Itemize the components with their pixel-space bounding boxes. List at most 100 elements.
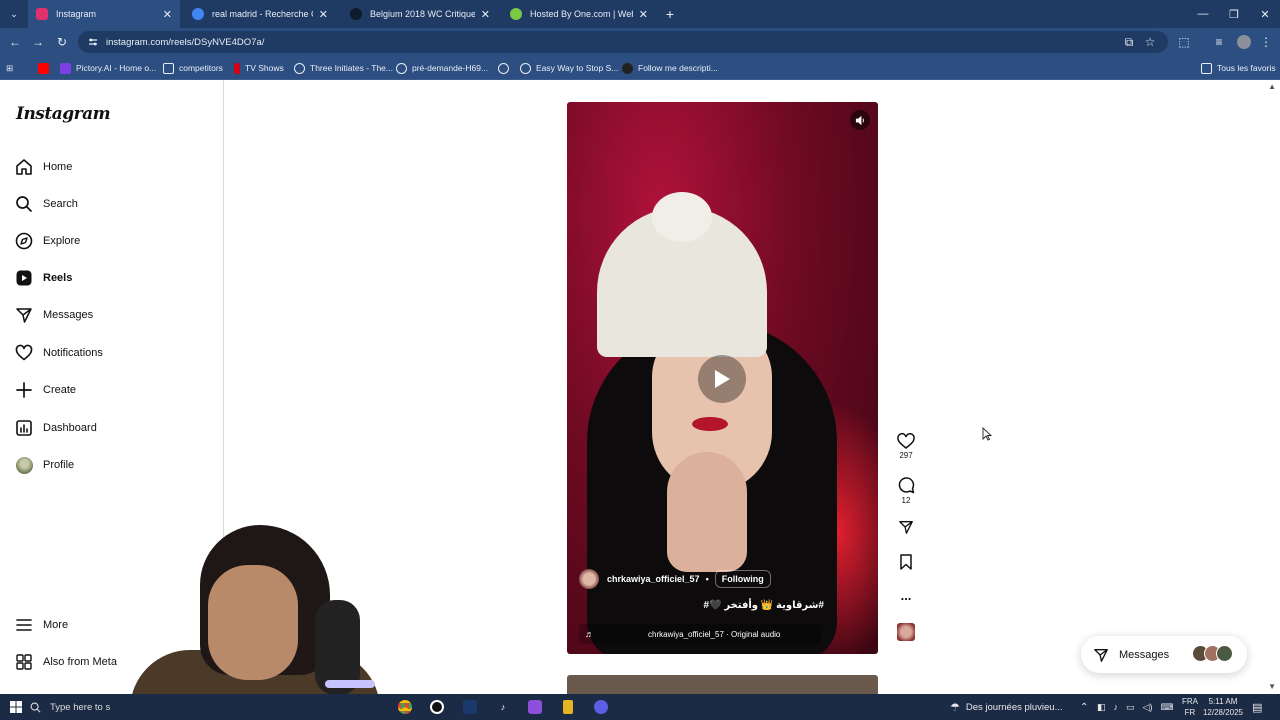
instagram-logo[interactable]: Instagram [16, 104, 111, 124]
share-button[interactable] [893, 519, 919, 535]
app-tray-icon[interactable]: ◧ [1097, 702, 1106, 713]
language-indicator[interactable]: FRA FR [1182, 694, 1198, 720]
reel-caption[interactable]: #شرقاوية 👑 وأفتخر 🖤# [704, 600, 824, 611]
keyboard-icon[interactable]: ⌨ [1160, 702, 1173, 713]
reel-audio[interactable]: ♬ chrkawiya_officiel_57 · Original audio [579, 624, 821, 644]
tab-instagram[interactable]: Instagram ✕ [28, 0, 180, 28]
tab-search-icon[interactable]: ⌄ [4, 4, 24, 24]
forward-icon[interactable]: → [29, 33, 47, 51]
microphone-icon[interactable]: ♪ [1114, 702, 1119, 712]
site-icon [622, 62, 633, 74]
bookmark-pictory[interactable]: Pictory.AI - Home o... [60, 60, 156, 76]
bookmark-follow-me[interactable]: Follow me descripti... [622, 60, 718, 76]
close-icon[interactable]: ✕ [319, 8, 328, 21]
tab-search-menu-icon[interactable]: ≡ [1210, 33, 1228, 51]
chevron-up-icon[interactable]: ⌃ [1080, 694, 1088, 720]
app-icon[interactable] [461, 697, 479, 717]
bookmark-competitors[interactable]: competitors [163, 60, 223, 76]
weather-widget[interactable]: ☂ Des journées pluvieu... [950, 694, 1063, 720]
app-icon[interactable] [559, 697, 577, 717]
nav-reels[interactable]: Reels [14, 263, 214, 293]
bookmark-youtube[interactable] [38, 60, 54, 76]
bookmark-label: Three Initiates - The... [310, 63, 393, 73]
next-reel-preview[interactable] [567, 675, 878, 695]
bookmark-tv-shows[interactable]: TV Shows [234, 60, 284, 76]
search-icon [30, 702, 41, 712]
author-avatar[interactable] [579, 569, 599, 589]
bookmark-pre-demande[interactable]: pré-demande-H69... [396, 60, 488, 76]
onecom-favicon-icon [510, 8, 522, 20]
nav-messages[interactable]: Messages [14, 300, 214, 330]
bookmark-label: competitors [179, 63, 223, 73]
globe-icon [396, 62, 407, 74]
tab-belgium[interactable]: Belgium 2018 WC Critique ✕ [342, 0, 498, 28]
scroll-up-arrow[interactable]: ▲ [1268, 82, 1276, 91]
globe-icon [294, 62, 305, 74]
clock-date: 12/28/2025 [1202, 708, 1244, 717]
comment-icon [898, 477, 915, 494]
window-close-icon[interactable]: ✕ [1250, 0, 1280, 28]
author-username[interactable]: chrkawiya_officiel_57 [607, 574, 700, 584]
chrome-icon[interactable] [396, 697, 414, 717]
minimize-icon[interactable]: — [1188, 0, 1218, 28]
like-button[interactable]: 297 [893, 433, 919, 460]
scroll-down-arrow[interactable]: ▼ [1268, 682, 1276, 691]
nav-profile[interactable]: Profile [14, 450, 214, 480]
extensions-icon[interactable]: ⬚ [1175, 33, 1193, 51]
close-icon[interactable]: ✕ [639, 8, 648, 21]
home-icon [14, 157, 34, 177]
compass-icon [14, 231, 34, 251]
install-app-icon[interactable]: ⧉ [1120, 33, 1138, 51]
reload-icon[interactable]: ↻ [53, 33, 71, 51]
windows-start-icon[interactable] [6, 697, 26, 717]
bookmark-three-initiates[interactable]: Three Initiates - The... [294, 60, 393, 76]
app-icon[interactable] [526, 697, 544, 717]
audio-avatar-button[interactable] [893, 623, 919, 641]
address-bar[interactable]: instagram.com/reels/DSyNVE4DO7a/ [78, 31, 1168, 53]
clock[interactable]: 5:11 AM 12/28/2025 [1202, 694, 1244, 720]
tiktok-icon[interactable]: ♪ [494, 697, 512, 717]
site-info-icon[interactable] [88, 37, 98, 47]
apps-grid-icon[interactable]: ⊞ [6, 60, 13, 76]
bookmark-easy-way[interactable]: Easy Way to Stop S... [520, 60, 618, 76]
play-icon[interactable] [698, 355, 746, 403]
save-button[interactable] [893, 554, 919, 570]
nav-search[interactable]: Search [14, 189, 214, 219]
messages-widget[interactable]: Messages [1081, 636, 1247, 673]
profile-icon[interactable] [1235, 33, 1253, 51]
reel-video[interactable]: chrkawiya_officiel_57 • Following #شرقاو… [567, 102, 878, 654]
comment-count: 12 [901, 496, 911, 505]
nav-label: Reels [43, 272, 73, 284]
volume-icon[interactable]: ◁) [1143, 702, 1153, 713]
restore-icon[interactable]: ❐ [1219, 0, 1249, 28]
network-icon[interactable]: ▭ [1126, 702, 1135, 713]
all-bookmarks[interactable]: Tous les favoris [1201, 60, 1276, 76]
app-icon[interactable] [428, 697, 446, 717]
browser-menu-icon[interactable]: ⋮ [1257, 33, 1275, 51]
nav-notifications[interactable]: Notifications [14, 338, 214, 368]
comment-button[interactable]: 12 [893, 476, 919, 505]
close-icon[interactable]: ✕ [481, 8, 490, 21]
nav-home[interactable]: Home [14, 152, 214, 182]
new-tab-button[interactable]: + [662, 4, 678, 24]
nav-explore[interactable]: Explore [14, 226, 214, 256]
nav-create[interactable]: Create [14, 375, 214, 405]
nav-label: Home [43, 161, 73, 173]
bookmark-star-icon[interactable]: ☆ [1141, 33, 1159, 51]
notification-center-icon[interactable]: ▤ [1252, 694, 1262, 720]
nav-dashboard[interactable]: Dashboard [14, 413, 214, 443]
hamburger-icon [14, 615, 34, 635]
close-icon[interactable]: ✕ [163, 8, 172, 21]
volume-icon[interactable] [850, 110, 870, 130]
tab-label: Instagram [56, 9, 97, 19]
tab-onecom[interactable]: Hosted By One.com | Webhosti ✕ [502, 0, 656, 28]
tab-google[interactable]: real madrid - Recherche Googl ✕ [184, 0, 336, 28]
more-options-button[interactable]: ... [893, 588, 919, 603]
taskbar-search[interactable]: Type here to s [30, 697, 120, 717]
app-icon[interactable] [592, 697, 610, 717]
bookmark-label: Tous les favoris [1217, 63, 1276, 73]
back-icon[interactable]: ← [6, 33, 24, 51]
following-button[interactable]: Following [714, 570, 771, 588]
bookmark-globe[interactable] [498, 60, 514, 76]
tray-icons[interactable]: ◧ ♪ ▭ ◁) ⌨ [1097, 694, 1173, 720]
